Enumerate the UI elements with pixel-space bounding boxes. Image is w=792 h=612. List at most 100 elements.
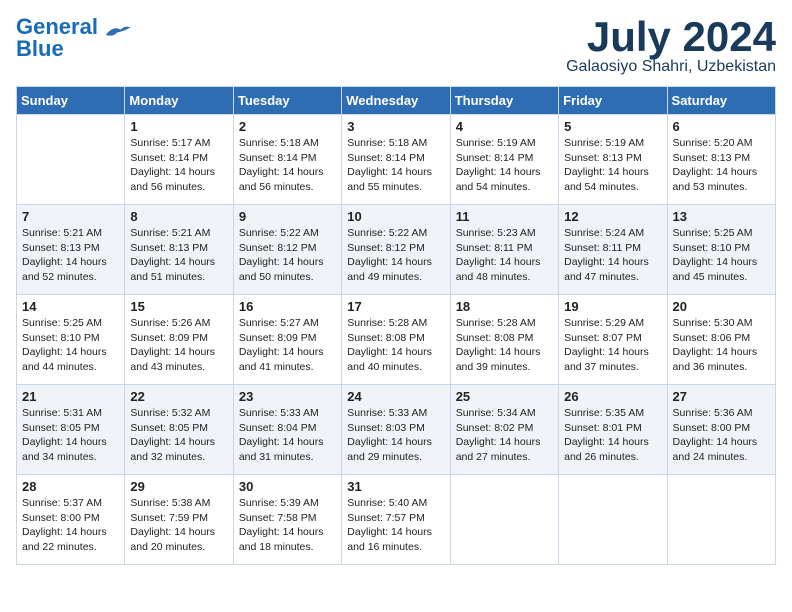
day-number: 17 [347,299,444,314]
cell-sunset: Sunset: 8:14 PM [456,152,534,164]
day-number: 30 [239,479,336,494]
calendar-cell: 6 Sunrise: 5:20 AM Sunset: 8:13 PM Dayli… [667,115,775,205]
cell-sunrise: Sunrise: 5:33 AM [239,407,319,419]
calendar-cell: 21 Sunrise: 5:31 AM Sunset: 8:05 PM Dayl… [17,385,125,475]
day-number: 4 [456,119,553,134]
cell-sunrise: Sunrise: 5:29 AM [564,317,644,329]
cell-sunset: Sunset: 7:59 PM [130,512,208,524]
day-number: 14 [22,299,119,314]
cell-daylight: Daylight: 14 hours and 41 minutes. [239,346,324,373]
cell-daylight: Daylight: 14 hours and 34 minutes. [22,436,107,463]
logo-text: General Blue [16,16,98,60]
calendar-week-row: 28 Sunrise: 5:37 AM Sunset: 8:00 PM Dayl… [17,475,776,565]
calendar-cell: 26 Sunrise: 5:35 AM Sunset: 8:01 PM Dayl… [559,385,667,475]
calendar-cell: 27 Sunrise: 5:36 AM Sunset: 8:00 PM Dayl… [667,385,775,475]
cell-sunrise: Sunrise: 5:35 AM [564,407,644,419]
calendar-cell: 18 Sunrise: 5:28 AM Sunset: 8:08 PM Dayl… [450,295,558,385]
cell-sunset: Sunset: 8:14 PM [239,152,317,164]
cell-sunrise: Sunrise: 5:19 AM [456,137,536,149]
calendar-cell [559,475,667,565]
calendar-cell: 22 Sunrise: 5:32 AM Sunset: 8:05 PM Dayl… [125,385,233,475]
calendar-cell [667,475,775,565]
cell-daylight: Daylight: 14 hours and 54 minutes. [456,166,541,193]
logo: General Blue [16,16,132,60]
cell-sunset: Sunset: 8:11 PM [456,242,533,254]
calendar-cell: 7 Sunrise: 5:21 AM Sunset: 8:13 PM Dayli… [17,205,125,295]
cell-daylight: Daylight: 14 hours and 22 minutes. [22,526,107,553]
cell-sunrise: Sunrise: 5:18 AM [239,137,319,149]
cell-sunrise: Sunrise: 5:24 AM [564,227,644,239]
calendar-cell: 2 Sunrise: 5:18 AM Sunset: 8:14 PM Dayli… [233,115,341,205]
weekday-header: Wednesday [342,87,450,115]
day-number: 5 [564,119,661,134]
cell-sunrise: Sunrise: 5:38 AM [130,497,210,509]
calendar-cell: 30 Sunrise: 5:39 AM Sunset: 7:58 PM Dayl… [233,475,341,565]
day-number: 18 [456,299,553,314]
cell-sunrise: Sunrise: 5:39 AM [239,497,319,509]
title-area: July 2024 Galaosiyo Shahri, Uzbekistan [566,16,776,76]
weekday-header: Tuesday [233,87,341,115]
cell-daylight: Daylight: 14 hours and 54 minutes. [564,166,649,193]
day-number: 12 [564,209,661,224]
cell-sunrise: Sunrise: 5:23 AM [456,227,536,239]
weekday-header: Sunday [17,87,125,115]
cell-daylight: Daylight: 14 hours and 26 minutes. [564,436,649,463]
day-number: 25 [456,389,553,404]
calendar-cell: 24 Sunrise: 5:33 AM Sunset: 8:03 PM Dayl… [342,385,450,475]
cell-sunrise: Sunrise: 5:26 AM [130,317,210,329]
cell-daylight: Daylight: 14 hours and 29 minutes. [347,436,432,463]
cell-sunrise: Sunrise: 5:36 AM [673,407,753,419]
cell-sunrise: Sunrise: 5:32 AM [130,407,210,419]
cell-sunrise: Sunrise: 5:28 AM [456,317,536,329]
cell-sunset: Sunset: 8:13 PM [673,152,751,164]
cell-daylight: Daylight: 14 hours and 48 minutes. [456,256,541,283]
calendar-table: SundayMondayTuesdayWednesdayThursdayFrid… [16,86,776,565]
calendar-cell: 3 Sunrise: 5:18 AM Sunset: 8:14 PM Dayli… [342,115,450,205]
cell-sunset: Sunset: 8:12 PM [347,242,425,254]
page-header: General Blue July 2024 Galaosiyo Shahri,… [16,16,776,76]
cell-sunset: Sunset: 8:00 PM [673,422,751,434]
logo-bird-icon [102,23,132,43]
day-number: 22 [130,389,227,404]
cell-daylight: Daylight: 14 hours and 52 minutes. [22,256,107,283]
day-number: 6 [673,119,770,134]
cell-sunset: Sunset: 8:08 PM [456,332,534,344]
cell-daylight: Daylight: 14 hours and 56 minutes. [130,166,215,193]
cell-sunrise: Sunrise: 5:21 AM [130,227,210,239]
cell-sunrise: Sunrise: 5:27 AM [239,317,319,329]
cell-daylight: Daylight: 14 hours and 24 minutes. [673,436,758,463]
day-number: 20 [673,299,770,314]
weekday-header: Monday [125,87,233,115]
cell-sunrise: Sunrise: 5:25 AM [673,227,753,239]
cell-daylight: Daylight: 14 hours and 45 minutes. [673,256,758,283]
cell-sunrise: Sunrise: 5:19 AM [564,137,644,149]
calendar-cell: 28 Sunrise: 5:37 AM Sunset: 8:00 PM Dayl… [17,475,125,565]
cell-sunrise: Sunrise: 5:30 AM [673,317,753,329]
day-number: 13 [673,209,770,224]
calendar-week-row: 21 Sunrise: 5:31 AM Sunset: 8:05 PM Dayl… [17,385,776,475]
day-number: 15 [130,299,227,314]
weekday-header: Saturday [667,87,775,115]
cell-sunrise: Sunrise: 5:21 AM [22,227,102,239]
cell-daylight: Daylight: 14 hours and 49 minutes. [347,256,432,283]
calendar-week-row: 7 Sunrise: 5:21 AM Sunset: 8:13 PM Dayli… [17,205,776,295]
day-number: 28 [22,479,119,494]
calendar-cell: 12 Sunrise: 5:24 AM Sunset: 8:11 PM Dayl… [559,205,667,295]
cell-sunrise: Sunrise: 5:40 AM [347,497,427,509]
day-number: 24 [347,389,444,404]
calendar-cell: 11 Sunrise: 5:23 AM Sunset: 8:11 PM Dayl… [450,205,558,295]
cell-daylight: Daylight: 14 hours and 43 minutes. [130,346,215,373]
cell-sunrise: Sunrise: 5:37 AM [22,497,102,509]
calendar-cell: 14 Sunrise: 5:25 AM Sunset: 8:10 PM Dayl… [17,295,125,385]
day-number: 8 [130,209,227,224]
calendar-cell: 1 Sunrise: 5:17 AM Sunset: 8:14 PM Dayli… [125,115,233,205]
cell-daylight: Daylight: 14 hours and 16 minutes. [347,526,432,553]
day-number: 23 [239,389,336,404]
month-title: July 2024 [566,16,776,58]
cell-daylight: Daylight: 14 hours and 50 minutes. [239,256,324,283]
cell-sunset: Sunset: 8:05 PM [22,422,100,434]
day-number: 21 [22,389,119,404]
cell-sunset: Sunset: 8:02 PM [456,422,534,434]
cell-sunrise: Sunrise: 5:20 AM [673,137,753,149]
calendar-cell: 29 Sunrise: 5:38 AM Sunset: 7:59 PM Dayl… [125,475,233,565]
